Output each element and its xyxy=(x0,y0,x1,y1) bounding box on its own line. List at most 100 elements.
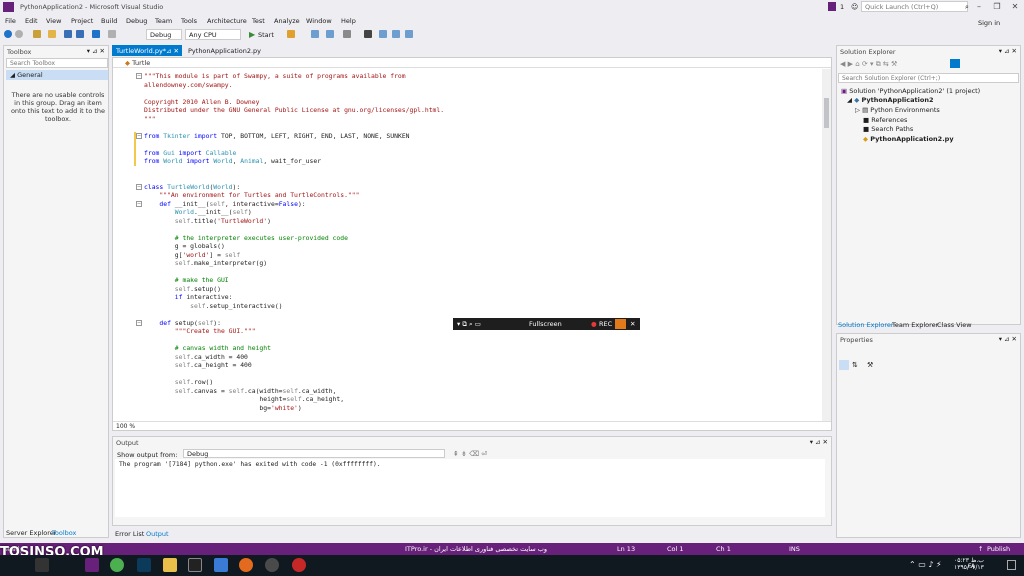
back-icon[interactable] xyxy=(4,30,12,38)
minimize-button[interactable]: – xyxy=(970,0,988,14)
code-line[interactable]: self.ca_width = 400 xyxy=(144,353,248,362)
recorder-app-icon[interactable] xyxy=(292,558,306,572)
forward-icon[interactable] xyxy=(15,30,23,38)
publish-icon[interactable]: ↑ xyxy=(978,545,983,553)
close-button[interactable]: ✕ xyxy=(1006,0,1024,14)
tab-error-list[interactable]: Error List xyxy=(115,530,144,538)
code-line[interactable]: bg='white') xyxy=(144,404,301,413)
next-bookmark-icon[interactable] xyxy=(392,30,400,38)
alphabetical-icon[interactable]: ⇅ xyxy=(852,361,858,369)
menu-project[interactable]: Project xyxy=(71,17,93,25)
search-icon[interactable]: ⌕ xyxy=(965,3,969,12)
rec-label[interactable]: REC xyxy=(599,320,612,328)
code-line[interactable]: Distributed under the GNU General Public… xyxy=(144,106,444,115)
tab-team-explorer[interactable]: Team Explorer xyxy=(892,321,938,329)
menu-tools[interactable]: Tools xyxy=(181,17,197,25)
photoshop-icon[interactable] xyxy=(137,558,151,572)
tree-solution[interactable]: ▣ Solution 'PythonApplication2' (1 proje… xyxy=(841,87,980,95)
code-line[interactable]: """This module is part of Swampy, a suit… xyxy=(144,72,406,81)
save-all-icon[interactable] xyxy=(76,30,84,38)
camera-icon[interactable] xyxy=(615,319,626,329)
code-area[interactable]: """This module is part of Swampy, a suit… xyxy=(113,69,821,419)
fullscreen-label[interactable]: Fullscreen xyxy=(529,320,562,328)
tab-solution-explorer[interactable]: Solution Explorer xyxy=(838,321,894,329)
start-icon[interactable]: ▶ xyxy=(249,30,255,39)
code-line[interactable]: height=self.ca_height, xyxy=(144,395,344,404)
sign-in-link[interactable]: Sign in xyxy=(978,19,1000,27)
menu-help[interactable]: Help xyxy=(341,17,356,25)
notification-count[interactable]: 1 xyxy=(840,3,844,11)
tree-main-file[interactable]: ◆ PythonApplication2.py xyxy=(863,135,954,143)
code-line[interactable]: # make the GUI xyxy=(144,276,229,285)
publish-button[interactable]: Publish xyxy=(987,545,1010,553)
scroll-thumb[interactable] xyxy=(824,98,829,128)
code-line[interactable]: self.title('TurtleWorld') xyxy=(144,217,271,226)
code-line[interactable]: def setup(self): xyxy=(144,319,221,328)
panel-pin-icon[interactable]: ▾ ⊿ ✕ xyxy=(810,438,828,446)
code-line[interactable]: Copyright 2010 Allen B. Downey xyxy=(144,98,259,107)
undo-icon[interactable] xyxy=(92,30,100,38)
chrome-icon[interactable] xyxy=(110,558,124,572)
code-line[interactable]: allendowney.com/swampy. xyxy=(144,81,233,90)
configuration-select[interactable]: Debug xyxy=(146,29,182,40)
task-view-icon[interactable] xyxy=(35,558,49,572)
quick-launch-input[interactable]: Quick Launch (Ctrl+Q) xyxy=(861,1,968,12)
feedback-smiley-icon[interactable]: ☺ xyxy=(851,3,858,11)
solution-search-input[interactable]: Search Solution Explorer (Ctrl+;) xyxy=(838,73,1019,83)
panel-pin-icon[interactable]: ▾ ⊿ ✕ xyxy=(999,335,1017,343)
start-button[interactable]: Start xyxy=(258,31,274,39)
code-line[interactable]: self.row() xyxy=(144,378,213,387)
tab-output[interactable]: Output xyxy=(146,530,169,538)
bookmark-icon[interactable] xyxy=(364,30,372,38)
fold-toggle-icon[interactable]: − xyxy=(136,132,142,139)
code-line[interactable]: class TurtleWorld(World): xyxy=(144,183,240,192)
sync-icon[interactable] xyxy=(950,59,960,68)
recorder-menu-icon[interactable]: ▾ ⧉ ⌕ ▭ xyxy=(457,320,481,329)
save-icon[interactable] xyxy=(64,30,72,38)
code-line[interactable]: """ xyxy=(144,115,156,124)
tree-search-paths[interactable]: ■ Search Paths xyxy=(863,125,913,133)
code-line[interactable]: self.canvas = self.ca(width=self.ca_widt… xyxy=(144,387,337,396)
output-text[interactable]: The program '[7184] python.exe' has exit… xyxy=(115,459,825,517)
tab-class-view[interactable]: Class View xyxy=(937,321,972,329)
open-file-icon[interactable] xyxy=(48,30,56,38)
menu-analyze[interactable]: Analyze xyxy=(274,17,300,25)
code-line[interactable]: from Tkinter import TOP, BOTTOM, LEFT, R… xyxy=(144,132,410,141)
firefox-icon[interactable] xyxy=(239,558,253,572)
pin-icon[interactable]: ▾ ⊿ ✕ xyxy=(87,47,105,55)
menu-architecture[interactable]: Architecture xyxy=(207,17,247,25)
menu-test[interactable]: Test xyxy=(252,17,265,25)
visual-studio-taskbar-icon[interactable] xyxy=(85,558,99,572)
panel-pin-icon[interactable]: ▾ ⊿ ✕ xyxy=(999,47,1017,55)
recorder-close-icon[interactable]: ✕ xyxy=(630,320,635,328)
platform-select[interactable]: Any CPU xyxy=(185,29,241,40)
fold-toggle-icon[interactable]: − xyxy=(136,319,142,326)
clear-bookmarks-icon[interactable] xyxy=(405,30,413,38)
code-line[interactable]: """An environment for Turtles and Turtle… xyxy=(144,191,359,200)
tab-toolbox[interactable]: Toolbox xyxy=(52,529,76,537)
code-line[interactable]: from World import World, Animal, wait_fo… xyxy=(144,157,321,166)
fold-toggle-icon[interactable]: − xyxy=(136,183,142,190)
code-editor[interactable]: ◆ Turtle """This module is part of Swamp… xyxy=(112,57,832,431)
find-icon[interactable] xyxy=(311,30,319,38)
lync-icon[interactable] xyxy=(214,558,228,572)
code-line[interactable]: def __init__(self, interactive=False): xyxy=(144,200,305,209)
menu-window[interactable]: Window xyxy=(306,17,332,25)
find-files-icon[interactable] xyxy=(326,30,334,38)
tab-pythonapplication2[interactable]: PythonApplication2.py xyxy=(184,45,264,56)
comment-icon[interactable] xyxy=(343,30,351,38)
code-line[interactable]: # canvas width and height xyxy=(144,344,271,353)
notification-flag-icon[interactable] xyxy=(828,2,836,11)
attach-icon[interactable] xyxy=(287,30,295,38)
file-explorer-icon[interactable] xyxy=(163,558,177,572)
tree-project[interactable]: ◢ ◆ PythonApplication2 xyxy=(847,96,933,104)
tree-python-environments[interactable]: ▷ ▤ Python Environments xyxy=(855,106,940,114)
code-line[interactable]: g = globals() xyxy=(144,242,225,251)
action-center-icon[interactable] xyxy=(1007,560,1016,570)
menu-file[interactable]: File xyxy=(5,17,16,25)
code-line[interactable]: """Create the GUI.""" xyxy=(144,327,256,336)
toolbox-search-input[interactable]: Search Toolbox xyxy=(6,58,108,68)
redo-icon[interactable] xyxy=(108,30,116,38)
code-line[interactable]: self.make_interpreter(g) xyxy=(144,259,267,268)
menu-view[interactable]: View xyxy=(46,17,61,25)
